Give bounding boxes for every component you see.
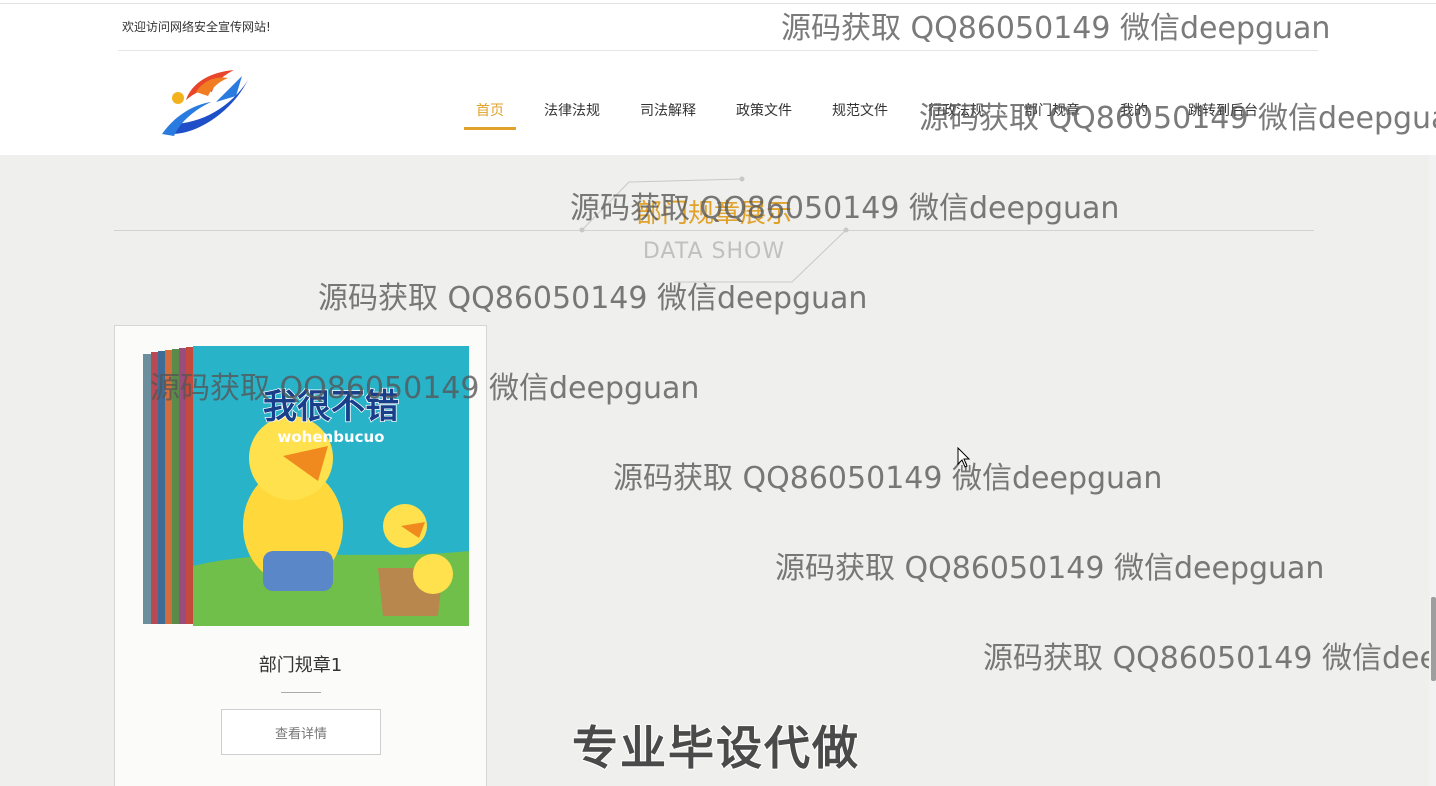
header-divider [118,50,1318,51]
svg-text:wohenbucuo: wohenbucuo [278,428,385,446]
svg-text:我很不错: 我很不错 [263,387,399,427]
promo-overlay-text: 专业毕设代做 [571,720,860,776]
card-title: 部门规章1 [258,655,343,676]
top-border [0,3,1436,4]
card-title-underline [281,692,321,693]
watermark-text: 源码获取 QQ86050149 微信deep [983,641,1436,676]
site-logo[interactable] [156,62,256,142]
nav-item-mine[interactable]: 我的 [1108,90,1160,130]
scrollbar-thumb[interactable] [1431,597,1436,681]
nav-item-admin[interactable]: 跳转到后台 [1176,90,1270,130]
welcome-text: 欢迎访问网络安全宣传网站! [122,20,271,34]
section-header: 部门规章展示 DATA SHOW [114,175,1314,285]
view-details-button[interactable]: 查看详情 [221,709,381,755]
site-header: 欢迎访问网络安全宣传网站! 首页 法律法规 司法解释 政策文件 规范文件 行政法… [0,0,1436,155]
watermark-text: 源码获取 QQ86050149 微信deepguan [775,551,1325,586]
nav-item-administrative-regulations[interactable]: 行政法规 [916,90,996,130]
mouse-cursor-icon [957,447,971,468]
nav-item-laws[interactable]: 法律法规 [532,90,612,130]
main-nav: 首页 法律法规 司法解释 政策文件 规范文件 行政法规 部门规章 我的 跳转到后… [464,90,1286,130]
section-title: 部门规章展示 [635,199,792,229]
section-subtitle: DATA SHOW [642,239,786,264]
scrollbar-track[interactable] [1429,155,1436,786]
content-card: 我很不错 wohenbucuo 部门规章1 查看详情 [114,325,487,786]
nav-item-judicial-interpretation[interactable]: 司法解释 [628,90,708,130]
nav-item-normative-documents[interactable]: 规范文件 [820,90,900,130]
section-decoration [579,176,849,283]
nav-item-policy-documents[interactable]: 政策文件 [724,90,804,130]
nav-item-home[interactable]: 首页 [464,90,516,130]
book-cover-image[interactable]: 我很不错 wohenbucuo [143,346,469,626]
watermark-text: 源码获取 QQ86050149 微信deepguan [613,461,1163,496]
nav-item-department-rules[interactable]: 部门规章 [1012,90,1092,130]
